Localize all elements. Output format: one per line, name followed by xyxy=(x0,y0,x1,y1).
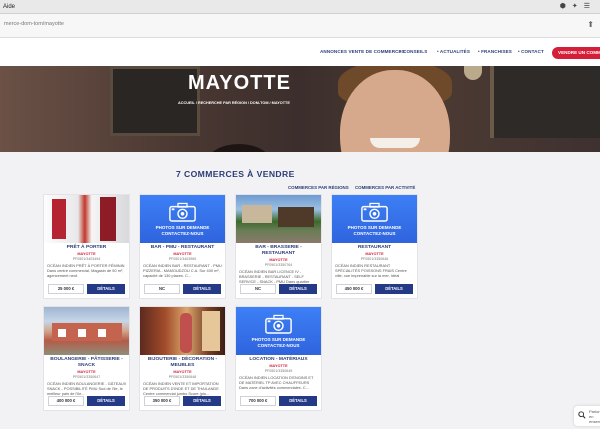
listing-card[interactable]: BIJOUTERIE - DÉCORATION - MEUBLES MAYOTTE… xyxy=(139,306,226,411)
listing-description: OCÉAN INDIEN LOCATION D'ENGINS ET DE MAT… xyxy=(239,374,314,390)
page-title: MAYOTTE xyxy=(188,72,291,94)
search-icon xyxy=(578,411,586,419)
listing-ref: PF0501/3350648 xyxy=(168,374,197,379)
camera-icon xyxy=(361,202,388,222)
listing-description: OCÉAN INDIEN BAR - RESTAURANT - PMU PIZZ… xyxy=(143,262,222,278)
details-button[interactable]: DÉTAILS xyxy=(375,284,413,294)
listing-price: 25 000 € xyxy=(48,284,84,294)
listing-region: MAYOTTE xyxy=(77,369,96,374)
listing-title[interactable]: RESTAURANT xyxy=(334,245,415,251)
photo-placeholder-caption: PHOTOS SUR DEMANDE CONTACTEZ-NOUS xyxy=(251,337,306,348)
sell-business-button[interactable]: VENDRE UN COMMERCE xyxy=(552,47,600,59)
chat-widget[interactable]: Parlons-en ensemble xyxy=(574,406,600,426)
nav-link-label: FRANCHISES xyxy=(481,49,512,54)
system-icons: ⬢✦☰ xyxy=(559,3,596,10)
listing-ref: PF0501/3350646 xyxy=(360,256,389,261)
camera-icon xyxy=(265,314,292,334)
listing-region: MAYOTTE xyxy=(173,369,192,374)
os-menubar: Aide ⬢✦☰ xyxy=(0,0,600,14)
listing-price: 700 000 € xyxy=(240,396,276,406)
listing-ref: PF0501/3350764 xyxy=(264,262,293,267)
listing-card[interactable]: BOULANGERIE - PÂTISSERIE - SNACK MAYOTTE P… xyxy=(43,306,130,411)
listing-description: OCÉAN INDIEN BAR LICENCE IV - BRASSERIE … xyxy=(239,268,310,284)
breadcrumb[interactable]: ACCUEIL / RECHERCHE PAR RÉGION / DOM-TOM… xyxy=(178,101,290,105)
listing-photo[interactable]: PHOTOS SUR DEMANDE CONTACTEZ-NOUS xyxy=(140,195,225,243)
listing-photo[interactable] xyxy=(140,307,225,355)
listing-ref: PF0501/3403969 xyxy=(168,256,197,261)
nav-link-franchises[interactable]: • FRANCHISES xyxy=(478,49,512,54)
listing-photo[interactable] xyxy=(236,195,321,243)
listing-description: OCÉAN INDIEN RESTAURANT SPÉCIALITÉS POIS… xyxy=(335,262,407,278)
listing-card[interactable]: PRÊT À PORTER MAYOTTE PF0501/3403494 OCÉAN … xyxy=(43,194,130,299)
listing-description: OCÉAN INDIEN VENTE ET IMPORTATION DE PRO… xyxy=(143,380,219,396)
nav-link-label: CONSEILS xyxy=(403,49,428,54)
share-icon[interactable]: ⬆ xyxy=(587,20,594,29)
details-button[interactable]: DÉTAILS xyxy=(87,284,125,294)
listing-ref: PF0501/3350647 xyxy=(72,374,101,379)
nav-link-label: ACTUALITÉS xyxy=(439,49,471,54)
listing-region: MAYOTTE xyxy=(365,251,384,256)
hero-banner: MAYOTTE ACCUEIL / RECHERCHE PAR RÉGION /… xyxy=(0,66,600,152)
listing-title[interactable]: BIJOUTERIE - DÉCORATION - MEUBLES xyxy=(142,357,223,369)
listing-photo[interactable] xyxy=(44,307,129,355)
nav-link-annonces[interactable]: ANNONCES VENTE DE COMMERCES xyxy=(320,49,405,54)
photo-placeholder-caption: PHOTOS SUR DEMANDE CONTACTEZ-NOUS xyxy=(347,225,402,236)
listing-region: MAYOTTE xyxy=(77,251,96,256)
listing-photo[interactable] xyxy=(44,195,129,243)
filter-by-region-link[interactable]: COMMERCES PAR RÉGIONS xyxy=(288,185,349,190)
listing-region: MAYOTTE xyxy=(269,257,288,262)
listing-price: 450 000 € xyxy=(336,284,372,294)
listing-title[interactable]: BAR - PMU - RESTAURANT xyxy=(142,245,223,251)
nav-link-actualites[interactable]: • ACTUALITÉS xyxy=(437,49,470,54)
listing-price: NC xyxy=(240,284,276,294)
listing-description: OCÉAN INDIEN BOULANGERIE - GÂTEAUX SNACK… xyxy=(47,380,127,396)
listing-card[interactable]: PHOTOS SUR DEMANDE CONTACTEZ-NOUS RESTAURA… xyxy=(331,194,418,299)
listing-card[interactable]: PHOTOS SUR DEMANDE CONTACTEZ-NOUS BAR - PM… xyxy=(139,194,226,299)
results-count-heading: 7 COMMERCES À VENDRE xyxy=(176,169,295,179)
details-button[interactable]: DÉTAILS xyxy=(183,284,221,294)
camera-icon xyxy=(169,202,196,222)
filter-by-activity-link[interactable]: COMMERCES PAR ACTIVITÉ xyxy=(355,185,415,190)
details-button[interactable]: DÉTAILS xyxy=(87,396,125,406)
hero-chalkboard xyxy=(490,66,600,138)
listing-price: 400 000 € xyxy=(48,396,84,406)
listing-photo[interactable]: PHOTOS SUR DEMANDE CONTACTEZ-NOUS xyxy=(236,307,321,355)
listing-photo[interactable]: PHOTOS SUR DEMANDE CONTACTEZ-NOUS xyxy=(332,195,417,243)
nav-link-label: CONTACT xyxy=(521,49,544,54)
listing-region: MAYOTTE xyxy=(173,251,192,256)
listing-price: 350 000 € xyxy=(144,396,180,406)
nav-link-conseils[interactable]: • CONSEILS xyxy=(400,49,427,54)
nav-link-contact[interactable]: • CONTACT xyxy=(518,49,544,54)
listing-region: MAYOTTE xyxy=(269,363,288,368)
listing-title[interactable]: BAR - BRASSERIE - RESTAURANT xyxy=(238,245,319,257)
photo-placeholder-caption: PHOTOS SUR DEMANDE CONTACTEZ-NOUS xyxy=(155,225,210,236)
listing-card[interactable]: PHOTOS SUR DEMANDE CONTACTEZ-NOUS LOCATION… xyxy=(235,306,322,411)
hero-lamp xyxy=(464,66,482,80)
details-button[interactable]: DÉTAILS xyxy=(279,396,317,406)
listing-title[interactable]: BOULANGERIE - PÂTISSERIE - SNACK xyxy=(46,357,127,369)
listing-description: OCÉAN INDIEN PRÊT À PORTER FÉMININ Dans … xyxy=(47,262,125,278)
listing-card[interactable]: BAR - BRASSERIE - RESTAURANT MAYOTTE PF050… xyxy=(235,194,322,299)
hero-smile xyxy=(370,138,420,148)
listing-ref: PF0501/3350649 xyxy=(264,368,293,373)
details-button[interactable]: DÉTAILS xyxy=(279,284,317,294)
hero-person-hair xyxy=(206,144,272,152)
chat-text: Parlons-en ensemble xyxy=(589,409,600,424)
listing-title[interactable]: PRÊT À PORTER xyxy=(46,245,127,251)
site-navbar: ANNONCES VENTE DE COMMERCES • CONSEILS •… xyxy=(0,38,600,66)
browser-address-bar[interactable]: merce-dom-tom/mayotte ⬆ xyxy=(0,14,600,38)
url-text[interactable]: merce-dom-tom/mayotte xyxy=(4,21,64,27)
menu-help[interactable]: Aide xyxy=(3,4,15,10)
listing-ref: PF0501/3403494 xyxy=(72,256,101,261)
listing-price: NC xyxy=(144,284,180,294)
listing-title[interactable]: LOCATION - MATÉRIAUX xyxy=(238,357,319,363)
details-button[interactable]: DÉTAILS xyxy=(183,396,221,406)
